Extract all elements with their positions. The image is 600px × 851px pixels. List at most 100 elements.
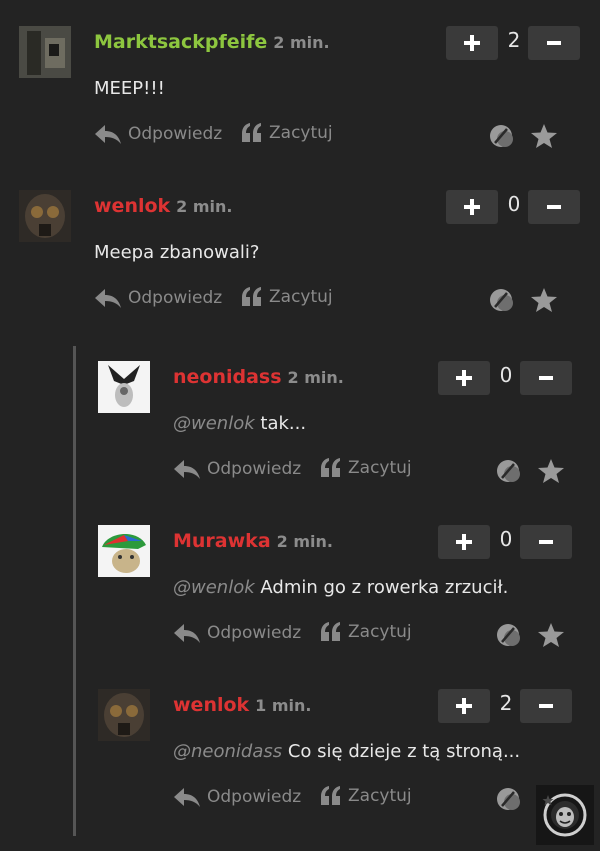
mention-link[interactable]: @neonidass (173, 741, 282, 762)
avatar[interactable] (98, 525, 150, 577)
author-name[interactable]: wenlok (94, 195, 170, 217)
mute-icon[interactable] (495, 458, 523, 484)
avatar[interactable] (98, 361, 150, 413)
avatar[interactable] (19, 190, 71, 242)
comment-actions: Odpowiedz Zacytuj (94, 287, 564, 313)
comment-time: 1 min. (255, 696, 312, 715)
author-name[interactable]: Murawka (173, 530, 271, 552)
comment: wenlok 2 min. 0 Meepa zbanowali? Odpowied… (0, 190, 600, 340)
reply-label: Odpowiedz (207, 787, 302, 807)
quote-icon (242, 123, 261, 142)
minus-icon (539, 540, 553, 544)
upvote-button[interactable] (438, 361, 490, 395)
minus-icon (547, 205, 561, 209)
comment-time: 2 min. (176, 197, 233, 216)
comment-text: @wenlok Admin go z rowerka zrzucił. (173, 577, 508, 598)
quote-icon (321, 622, 340, 641)
vote-score: 0 (507, 192, 521, 216)
minus-icon (539, 704, 553, 708)
upvote-button[interactable] (446, 26, 498, 60)
quote-label: Zacytuj (269, 123, 333, 143)
quote-button[interactable]: Zacytuj (320, 622, 412, 642)
vote-score: 2 (499, 691, 513, 715)
author-name[interactable]: neonidass (173, 366, 282, 388)
comment-text: Meepa zbanowali? (94, 242, 260, 263)
downvote-button[interactable] (520, 361, 572, 395)
comment-body: tak... (260, 413, 307, 434)
mute-icon[interactable] (495, 622, 523, 648)
star-icon[interactable] (537, 622, 565, 648)
quote-icon (321, 786, 340, 805)
reply-comment: wenlok 1 min. 2 @neonidass Co się dzieje … (0, 689, 600, 839)
upvote-button[interactable] (446, 190, 498, 224)
reply-icon (95, 125, 121, 144)
mute-icon[interactable] (488, 123, 516, 149)
comment-actions: Odpowiedz Zacytuj (94, 123, 564, 149)
current-user-avatar[interactable] (536, 785, 594, 845)
comment-body: Admin go z rowerka zrzucił. (260, 577, 509, 598)
star-icon[interactable] (530, 287, 558, 313)
comment-time: 2 min. (287, 368, 344, 387)
reply-label: Odpowiedz (128, 124, 223, 144)
comment-text: @wenlok tak... (173, 413, 306, 434)
upvote-button[interactable] (438, 525, 490, 559)
downvote-button[interactable] (528, 190, 580, 224)
avatar[interactable] (19, 26, 71, 78)
star-icon[interactable] (537, 458, 565, 484)
comment-text: @neonidass Co się dzieje z tą stroną... (173, 741, 520, 762)
comment-text: MEEP!!! (94, 78, 165, 99)
comment-actions: Odpowiedz Zacytuj (173, 786, 573, 810)
comment-time: 2 min. (276, 532, 333, 551)
upvote-button[interactable] (438, 689, 490, 723)
downvote-button[interactable] (528, 26, 580, 60)
author-name[interactable]: Marktsackpfeife (94, 31, 267, 53)
reply-button[interactable]: Odpowiedz (94, 287, 222, 309)
plus-icon (456, 370, 472, 386)
downvote-button[interactable] (520, 689, 572, 723)
vote-widget: 0 (446, 190, 580, 224)
plus-icon (464, 199, 480, 215)
quote-button[interactable]: Zacytuj (320, 458, 412, 478)
mute-icon[interactable] (488, 287, 516, 313)
comment-body: MEEP!!! (94, 78, 165, 99)
star-icon[interactable] (530, 123, 558, 149)
reply-button[interactable]: Odpowiedz (173, 786, 301, 808)
comment-actions: Odpowiedz Zacytuj (173, 458, 573, 484)
mention-link[interactable]: @wenlok (173, 413, 255, 434)
reply-icon (174, 788, 200, 807)
minus-icon (539, 376, 553, 380)
quote-icon (242, 287, 261, 306)
comment-body: Co się dzieje z tą stroną... (287, 741, 521, 762)
minus-icon (547, 41, 561, 45)
vote-widget: 2 (438, 689, 572, 723)
downvote-button[interactable] (520, 525, 572, 559)
reply-comment: neonidass 2 min. 0 @wenlok tak... Odpowie… (0, 361, 600, 511)
quote-label: Zacytuj (269, 287, 333, 307)
reply-icon (174, 460, 200, 479)
plus-icon (464, 35, 480, 51)
quote-label: Zacytuj (348, 622, 412, 642)
reply-icon (95, 289, 121, 308)
plus-icon (456, 534, 472, 550)
reply-button[interactable]: Odpowiedz (173, 458, 301, 480)
vote-score: 2 (507, 28, 521, 52)
reply-icon (174, 624, 200, 643)
quote-label: Zacytuj (348, 458, 412, 478)
reply-label: Odpowiedz (128, 288, 223, 308)
reply-label: Odpowiedz (207, 459, 302, 479)
reply-comment: Murawka 2 min. 0 @wenlok Admin go z rower… (0, 525, 600, 675)
quote-button[interactable]: Zacytuj (241, 287, 333, 307)
reply-button[interactable]: Odpowiedz (173, 622, 301, 644)
comment: Marktsackpfeife 2 min. 2 MEEP!!! Odpowied… (0, 26, 600, 176)
avatar[interactable] (98, 689, 150, 741)
author-name[interactable]: wenlok (173, 694, 249, 716)
vote-score: 0 (499, 363, 513, 387)
comment-actions: Odpowiedz Zacytuj (173, 622, 573, 648)
mute-icon[interactable] (495, 786, 523, 812)
reply-label: Odpowiedz (207, 623, 302, 643)
reply-button[interactable]: Odpowiedz (94, 123, 222, 145)
quote-button[interactable]: Zacytuj (241, 123, 333, 143)
quote-button[interactable]: Zacytuj (320, 786, 412, 806)
astronaut-icon (536, 785, 594, 845)
mention-link[interactable]: @wenlok (173, 577, 255, 598)
